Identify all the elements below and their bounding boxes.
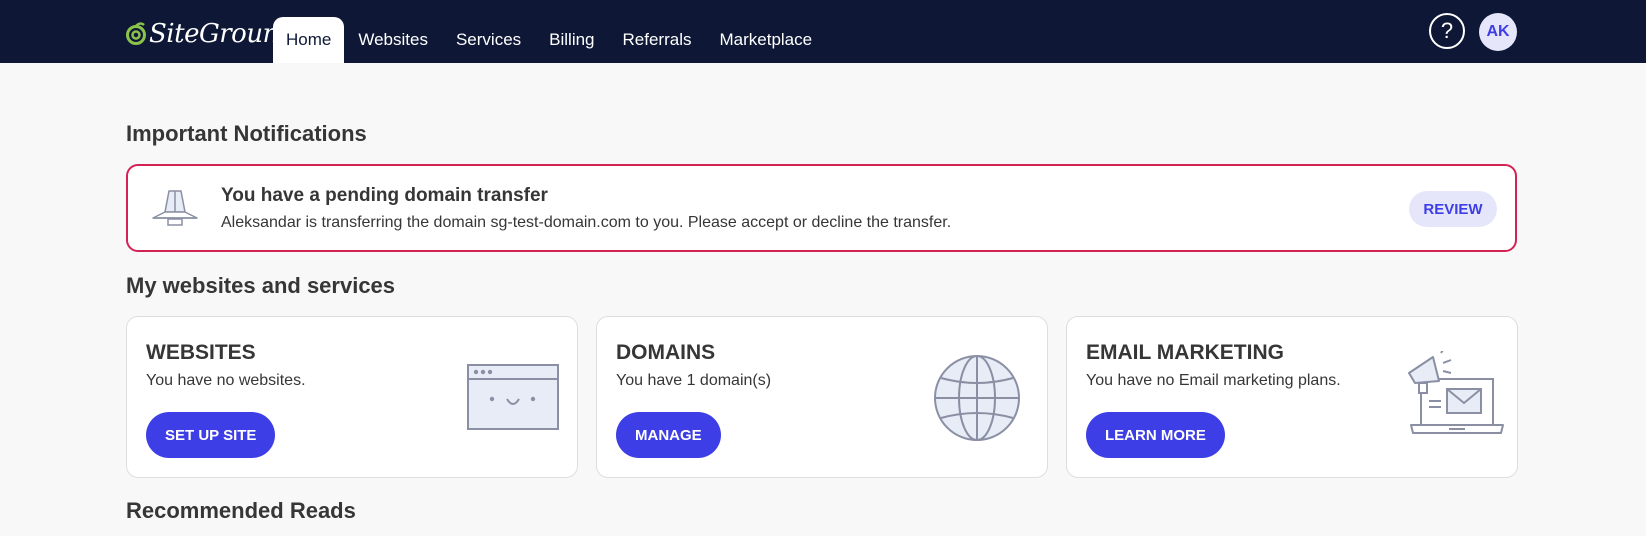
nav-tab-marketplace[interactable]: Marketplace	[705, 17, 826, 63]
megaphone-laptop-icon	[1408, 351, 1504, 434]
section-title-recommended: Recommended Reads	[126, 498, 356, 523]
nav-tab-home[interactable]: Home	[273, 17, 345, 63]
nav-tab-billing[interactable]: Billing	[535, 17, 608, 63]
siteground-logo-icon	[126, 22, 146, 45]
globe-icon	[934, 355, 1020, 441]
email-marketing-card: EMAIL MARKETING You have no Email market…	[1066, 316, 1518, 478]
email-marketing-card-text: You have no Email marketing plans.	[1086, 372, 1341, 389]
section-title-notifications: Important Notifications	[126, 121, 367, 146]
main-nav: Home Websites Services Billing Referrals…	[273, 17, 826, 63]
section-title-services: My websites and services	[126, 273, 396, 298]
notification-title: You have a pending domain transfer	[221, 185, 548, 206]
domains-card-title: DOMAINS	[616, 341, 716, 364]
nav-tab-websites[interactable]: Websites	[344, 17, 442, 63]
user-avatar-button[interactable]: AK	[1479, 13, 1517, 51]
notification-text: Aleksandar is transferring the domain sg…	[221, 214, 952, 231]
domains-card: DOMAINS You have 1 domain(s) MANAGE	[596, 316, 1048, 478]
manage-domains-button[interactable]: MANAGE	[616, 412, 721, 458]
nav-tab-referrals[interactable]: Referrals	[609, 17, 706, 63]
websites-card-text: You have no websites.	[146, 372, 306, 389]
help-button[interactable]: ?	[1429, 13, 1465, 49]
browser-window-icon	[467, 364, 559, 430]
review-button[interactable]: REVIEW	[1409, 191, 1497, 227]
top-navigation-bar: SiteGround Home Websites Services Billin…	[0, 0, 1646, 63]
domains-card-text: You have 1 domain(s)	[616, 372, 772, 389]
warning-beacon-icon	[152, 190, 198, 226]
websites-card-title: WEBSITES	[146, 341, 256, 364]
siteground-logo[interactable]: SiteGround	[125, 18, 295, 50]
question-mark-icon: ?	[1440, 18, 1454, 43]
websites-card: WEBSITES You have no websites. SET UP SI…	[126, 316, 578, 478]
nav-tab-services[interactable]: Services	[442, 17, 535, 63]
set-up-site-button[interactable]: SET UP SITE	[146, 412, 276, 458]
learn-more-button[interactable]: LEARN MORE	[1086, 412, 1225, 458]
notification-card: You have a pending domain transfer Aleks…	[126, 164, 1517, 252]
email-marketing-card-title: EMAIL MARKETING	[1086, 341, 1284, 364]
